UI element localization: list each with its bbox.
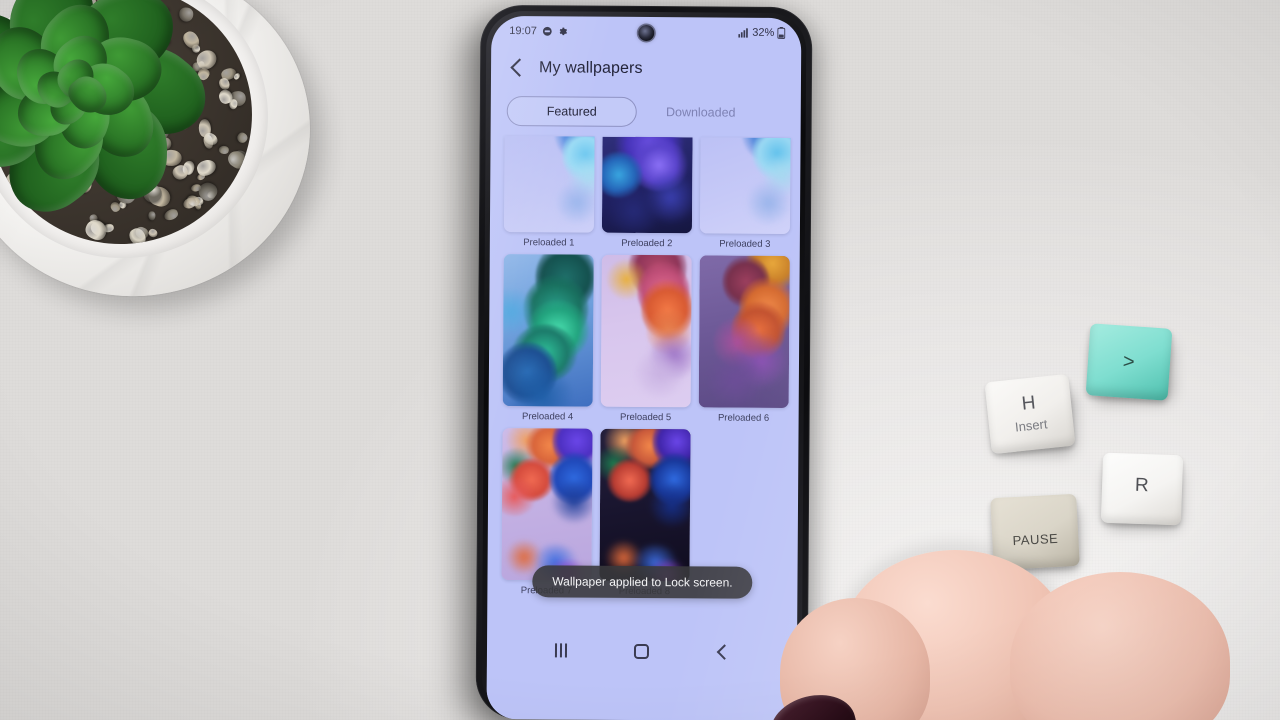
wallpaper-label: Preloaded 2 [621,237,673,250]
wallpaper-thumbnail[interactable] [600,254,692,408]
wallpaper-row: Preloaded 4 Preloaded 5 Preloaded 6 [502,254,790,430]
battery-icon [777,26,786,39]
pebble [234,130,249,145]
wallpaper-label: Preloaded 1 [523,237,575,249]
wallpaper-item-preloaded-1[interactable]: Preloaded 1 [503,136,595,255]
wallpaper-flower-blob [607,186,662,234]
wallpaper-flower-blob [607,459,653,502]
human-hand [764,520,1260,720]
wallpaper-flower-blob [746,179,791,227]
wallpaper-thumbnail[interactable] [502,254,594,407]
app-bar: My wallpapers [491,46,801,92]
home-icon[interactable] [620,636,664,666]
wallpaper-item-preloaded-4[interactable]: Preloaded 4 [502,254,594,429]
smartphone: 19:07 32% My wallpapers Featured Downloa… [475,4,813,720]
wallpaper-item-preloaded-5[interactable]: Preloaded 5 [600,254,692,430]
wallpaper-label: Preloaded 6 [717,412,770,424]
battery-percent: 32% [752,26,775,39]
keycap-r: R [1100,452,1184,526]
front-camera-punchhole [638,24,655,42]
keycap-right-arrow: > [1085,323,1173,401]
wallpaper-item-preloaded-6[interactable]: Preloaded 6 [698,255,790,430]
dnd-icon [542,26,552,36]
wallpaper-label: Preloaded 5 [619,411,672,424]
screen-bottom-fill [486,666,797,720]
wallpaper-label: Preloaded 4 [521,411,574,423]
status-bar-left: 19:07 [509,25,567,37]
wallpaper-flower-blob [634,349,684,399]
wallpaper-flower-blob [552,480,593,523]
wallpaper-thumbnail[interactable] [699,137,791,235]
phone-screen[interactable]: 19:07 32% My wallpapers Featured Downloa… [486,15,802,720]
wallpaper-flower-blob [650,483,691,527]
gear-icon [559,27,567,36]
back-icon[interactable] [701,636,745,666]
pebble [162,207,180,223]
back-chevron-icon[interactable] [505,57,527,79]
tab-downloaded[interactable]: Downloaded [641,98,761,127]
status-bar: 19:07 32% [491,16,801,48]
toast-message: Wallpaper applied to Lock screen. [532,565,753,599]
keycap-h-sub: Insert [1014,416,1049,435]
keycap-arrow-main: > [1122,350,1136,373]
pebble [148,211,156,221]
wallpaper-thumbnail[interactable] [503,136,595,233]
wallpaper-thumbnail[interactable] [698,255,790,409]
status-time: 19:07 [509,25,537,38]
succulent-plant [0,0,340,316]
recents-icon[interactable] [539,635,583,665]
pebble [178,7,194,23]
pebble [147,227,160,240]
signal-bars-icon [738,28,748,38]
keycap-h-insert: H Insert [984,373,1076,455]
keycap-h-main: H [1020,392,1038,415]
wallpaper-label: Preloaded 3 [719,238,771,250]
wallpaper-grid: Preloaded 1 Preloaded 2 Preloaded 3 Prel… [487,136,800,604]
status-bar-right: 32% [738,26,786,39]
page-title: My wallpapers [538,59,643,77]
wallpaper-thumbnail[interactable] [601,136,693,234]
wallpaper-flower-blob [556,180,595,225]
pebble [218,145,230,155]
pebble [82,216,110,243]
wallpaper-item-preloaded-3[interactable]: Preloaded 3 [699,137,791,256]
wallpaper-thumbnail[interactable] [501,428,593,581]
wallpaper-thumbnail[interactable] [599,428,691,582]
wallpaper-row: Preloaded 1 Preloaded 2 Preloaded 3 [503,136,791,256]
wallpaper-item-preloaded-2[interactable]: Preloaded 2 [601,136,693,256]
tab-featured[interactable]: Featured [506,96,637,127]
keycap-r-main: R [1134,474,1150,497]
tab-bar: Featured Downloaded [491,90,801,138]
navigation-bar [487,633,797,669]
wallpaper-flower-blob [707,352,764,405]
